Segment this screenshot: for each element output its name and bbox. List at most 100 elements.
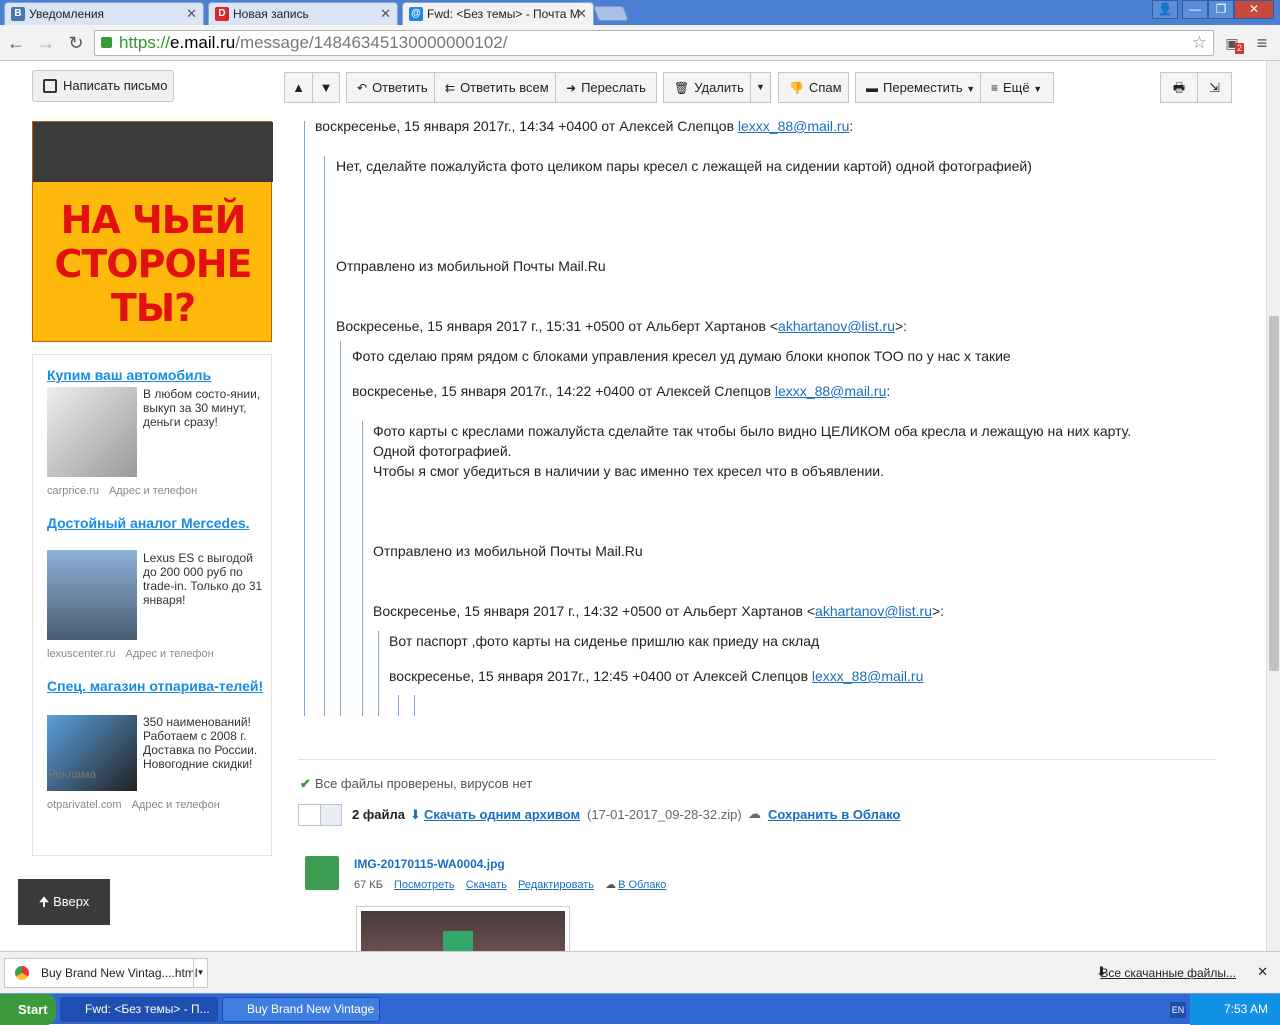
language-indicator[interactable]: EN: [1170, 1002, 1186, 1018]
ad-title[interactable]: Достойный аналог Mercedes.: [47, 515, 267, 531]
print-button[interactable]: 🖶: [1160, 72, 1198, 103]
star-icon[interactable]: ☆: [1192, 31, 1207, 55]
attachment-name[interactable]: IMG-20170115-WA0004.jpg: [354, 857, 505, 871]
spam-button[interactable]: 👎 Спам: [778, 72, 849, 103]
ad-text: В любом состо-янии, выкуп за 30 минут, д…: [143, 387, 261, 429]
close-window-button[interactable]: ✕: [1234, 0, 1274, 19]
ad-item[interactable]: Купим ваш автомобиль В любом состо-янии,…: [47, 367, 267, 497]
user-icon[interactable]: 👤: [1152, 0, 1178, 19]
reload-icon[interactable]: ↻: [64, 31, 88, 55]
delete-dropdown-button[interactable]: ▼: [750, 72, 771, 103]
email-link[interactable]: akhartanov@list.ru: [815, 603, 932, 619]
header-suffix: >:: [894, 318, 908, 334]
banner-ad[interactable]: НА ЧЬЕЙ СТОРОНЕ ТЫ?: [32, 121, 273, 342]
ad-item[interactable]: Достойный аналог Mercedes. Lexus ES с вы…: [47, 515, 267, 660]
download-shelf: Buy Brand New Vintag....html ▼ ⬇ Все ска…: [0, 951, 1280, 993]
menu-icon[interactable]: ≡: [1250, 31, 1274, 55]
close-icon[interactable]: ✕: [1257, 964, 1268, 980]
quote-header: Воскресенье, 15 января 2017 г., 15:31 +0…: [336, 318, 907, 334]
reply-all-icon: ⇇: [445, 81, 456, 95]
lock-icon: [101, 37, 112, 48]
ad-item[interactable]: Спец. магазин отпарива-телей! 350 наимен…: [47, 678, 267, 811]
reply-all-button[interactable]: ⇇ Ответить всем: [434, 72, 556, 103]
ad-domain[interactable]: lexuscenter.ru: [47, 648, 115, 660]
taskbar-item-folder[interactable]: Buy Brand New Vintage ...: [222, 997, 380, 1022]
download-archive-link[interactable]: Скачать одним архивом: [424, 807, 580, 822]
prev-message-button[interactable]: ▲: [284, 72, 313, 103]
tab-notifications[interactable]: В Уведомления ✕: [4, 2, 204, 25]
back-icon[interactable]: ←: [4, 31, 28, 55]
email-link[interactable]: lexxx_88@mail.ru: [738, 118, 849, 134]
compose-button[interactable]: Написать письмо: [32, 70, 174, 102]
banner-image: [33, 122, 273, 182]
view-link[interactable]: Посмотреть: [394, 879, 455, 891]
ad-domain[interactable]: otparivatel.com: [47, 799, 122, 811]
car-keys-image: [47, 387, 137, 477]
view-toggle[interactable]: [298, 804, 342, 826]
grid-view-icon[interactable]: [299, 805, 321, 825]
tab-new-post[interactable]: D Новая запись ✕: [208, 2, 398, 25]
all-downloads-link[interactable]: Все скачанные файлы...: [1100, 966, 1236, 980]
image-file-icon: [305, 856, 339, 890]
scrollbar-thumb[interactable]: [1269, 316, 1279, 671]
ad-contact[interactable]: Адрес и телефон: [132, 799, 220, 811]
save-cloud-link[interactable]: Сохранить в Облако: [768, 807, 900, 822]
chrome-icon: [15, 966, 29, 980]
header-text: воскресенье, 15 января 2017г., 14:34 +04…: [315, 118, 738, 134]
close-icon[interactable]: ✕: [186, 6, 197, 22]
reply-button[interactable]: ↶ Ответить: [346, 72, 435, 103]
more-button[interactable]: ≡ Ещё ▼: [980, 72, 1054, 103]
reply-icon: ↶: [357, 81, 368, 95]
list-icon: ≡: [991, 81, 999, 95]
browser-toolbar: ← → ↻ https://e.mail.ru/message/14846345…: [0, 25, 1280, 61]
virus-check-text: Все файлы проверены, вирусов нет: [314, 776, 533, 791]
signature-text: Отправлено из мобильной Почты Mail.Ru: [373, 543, 643, 559]
to-cloud-link[interactable]: В Облако: [618, 879, 666, 891]
ad-domain[interactable]: carprice.ru: [47, 485, 99, 497]
move-button[interactable]: ▬ Переместить ▼: [855, 72, 981, 103]
tab-mail[interactable]: @ Fwd: <Без темы> - Почта М ✕: [402, 2, 594, 25]
reply-all-label: Ответить всем: [460, 80, 549, 95]
forward-button[interactable]: ➜ Переслать: [555, 72, 657, 103]
minimize-button[interactable]: —: [1182, 0, 1208, 19]
download-item[interactable]: Buy Brand New Vintag....html ▼: [4, 958, 208, 988]
ad-contact[interactable]: Адрес и телефон: [109, 485, 197, 497]
quote-bar: [398, 695, 399, 716]
delete-button[interactable]: 🗑 Удалить: [663, 72, 751, 103]
restore-button[interactable]: ❐: [1208, 0, 1234, 19]
task-label: Fwd: <Без темы> - П...: [85, 1002, 210, 1016]
start-label: Start: [18, 1002, 48, 1017]
close-icon[interactable]: ✕: [576, 6, 587, 22]
email-link[interactable]: lexxx_88@mail.ru: [775, 383, 886, 399]
email-link[interactable]: akhartanov@list.ru: [778, 318, 895, 334]
taskbar-item-mail[interactable]: Fwd: <Без темы> - П...: [60, 997, 218, 1022]
address-bar[interactable]: https://e.mail.ru/message/14846345130000…: [94, 30, 1214, 56]
spam-label: Спам: [808, 80, 842, 95]
vertical-scrollbar[interactable]: [1266, 61, 1280, 951]
ad-title[interactable]: Спец. магазин отпарива-телей!: [47, 678, 267, 694]
start-button[interactable]: Start: [0, 994, 56, 1025]
header-text: Воскресенье, 15 января 2017 г., 15:31 +0…: [336, 318, 779, 334]
trash-icon: 🗑: [674, 81, 690, 95]
close-icon[interactable]: ✕: [380, 6, 391, 22]
attachment-preview[interactable]: [356, 906, 570, 951]
delete-label: Удалить: [694, 80, 744, 95]
chevron-down-icon[interactable]: ▼: [193, 959, 207, 987]
message-text: Вот паспорт ,фото карты на сиденье пришл…: [389, 633, 820, 649]
up-label: Вверх: [53, 894, 90, 909]
next-message-button[interactable]: ▼: [312, 72, 340, 103]
expand-button[interactable]: ⇲: [1197, 72, 1232, 103]
clock: 7:53 AM: [1223, 1002, 1268, 1016]
email-link[interactable]: lexxx_88@mail.ru: [812, 668, 923, 684]
extension-badge: 2: [1234, 43, 1244, 54]
ad-contact[interactable]: Адрес и телефон: [125, 648, 213, 660]
forward-icon[interactable]: →: [34, 31, 58, 55]
quote-bar: [414, 695, 415, 716]
scroll-up-button[interactable]: 🠉 Вверх: [18, 879, 110, 925]
new-tab-button[interactable]: [593, 6, 629, 21]
edit-link[interactable]: Редактировать: [518, 879, 594, 891]
ad-title[interactable]: Купим ваш автомобиль: [47, 367, 267, 383]
extension-icon[interactable]: ▣ 2: [1220, 31, 1244, 55]
download-link[interactable]: Скачать: [466, 879, 507, 891]
list-view-icon[interactable]: [321, 805, 343, 825]
